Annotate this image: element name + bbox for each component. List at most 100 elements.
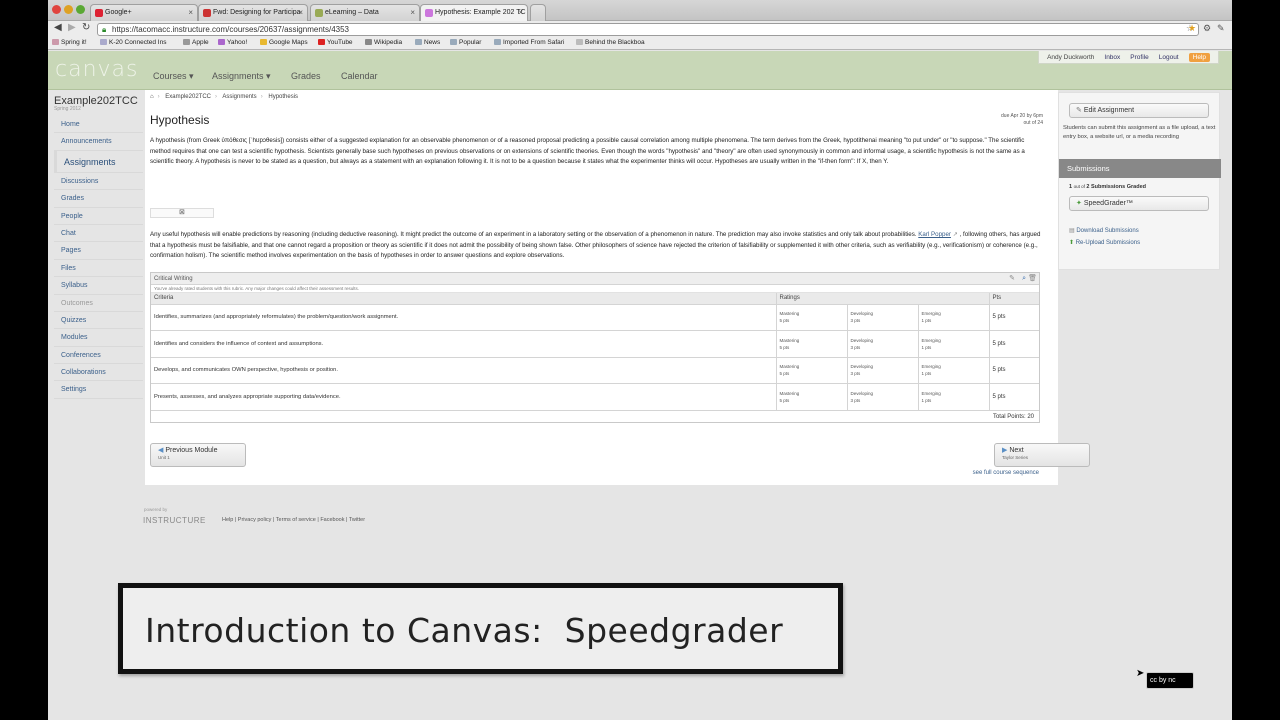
- external-link-icon: ↗: [950, 231, 958, 238]
- address-bar[interactable]: 🔒︎ https://tacomacc.instructure.com/cour…: [97, 23, 1199, 36]
- edit-assignment-button[interactable]: ✎ Edit Assignment: [1069, 103, 1209, 118]
- previous-module-button[interactable]: ◀ Previous Module Unit 1: [150, 443, 246, 467]
- rubric-title-bar: Critical Writing ✎ ⌕ 🗑︎: [151, 273, 1039, 285]
- bookmarks-bar: Spring it! K-20 Connected Ins Apple Yaho…: [48, 38, 1232, 50]
- nav-calendar[interactable]: Calendar: [341, 71, 378, 81]
- course-nav-files[interactable]: Files: [54, 260, 143, 278]
- rating-cell: Emerging 1 pts: [918, 383, 990, 411]
- speedgrader-button[interactable]: ✦ SpeedGrader™: [1069, 196, 1209, 211]
- breadcrumb: ⌂ › Example202TCC › Assignments › Hypothesi…: [150, 94, 299, 100]
- logout-link[interactable]: Logout: [1159, 54, 1179, 61]
- bookmark-item[interactable]: Popular: [450, 39, 481, 46]
- course-nav-outcomes[interactable]: Outcomes: [54, 295, 143, 312]
- assignment-content: ⌂ › Example202TCC › Assignments › Hypothesi…: [145, 90, 1090, 485]
- home-icon[interactable]: ⌂: [150, 94, 154, 100]
- screen: Google+ × Fwd: Designing for Participa ×…: [48, 0, 1232, 720]
- course-nav-people[interactable]: People: [54, 208, 143, 225]
- nav-courses[interactable]: Courses ▾: [153, 71, 194, 82]
- rubric-total: Total Points: 20: [151, 410, 1039, 422]
- nav-assignments[interactable]: Assignments ▾: [212, 71, 271, 82]
- close-tab-icon[interactable]: ×: [298, 5, 303, 20]
- bookmark-item[interactable]: Wikipedia: [365, 39, 402, 46]
- browser-tab[interactable]: Google+ ×: [90, 4, 198, 21]
- close-tab-icon[interactable]: ×: [188, 5, 193, 20]
- edit-assignment-label: Edit Assignment: [1083, 107, 1135, 114]
- minimize-window-icon[interactable]: [64, 5, 73, 14]
- table-row: Presents, assesses, and analyzes appropr…: [151, 383, 1039, 411]
- footer-links[interactable]: Help | Privacy policy | Terms of service…: [222, 517, 365, 523]
- graded-mid: out of: [1073, 184, 1085, 189]
- browser-tab[interactable]: Fwd: Designing for Participa ×: [198, 4, 308, 21]
- bookmark-item[interactable]: YouTube: [318, 39, 353, 46]
- bookmark-item[interactable]: News: [415, 39, 440, 46]
- criterion-text: Identifies and considers the influence o…: [151, 330, 777, 358]
- user-name[interactable]: Andy Duckworth: [1047, 54, 1094, 61]
- rubric-table: Criteria Ratings Pts Identifies, summari…: [151, 293, 1039, 411]
- bookmark-item[interactable]: K-20 Connected Ins: [100, 39, 166, 46]
- browser-toolbar: ◀ ▶ ↻ 🔒︎ https://tacomacc.instructure.co…: [48, 21, 1232, 38]
- delete-rubric-icon[interactable]: 🗑︎: [1028, 273, 1037, 285]
- extension-icon[interactable]: ★: [1188, 23, 1196, 34]
- previous-module-label: Previous Module: [165, 447, 218, 454]
- karl-popper-link[interactable]: Karl Popper: [918, 231, 951, 238]
- next-module-button[interactable]: ▶ Next Taylor Series: [994, 443, 1090, 467]
- download-submissions-link[interactable]: ▤ Download Submissions: [1069, 227, 1139, 234]
- course-nav-chat[interactable]: Chat: [54, 225, 143, 243]
- bookmark-item[interactable]: Apple: [183, 39, 209, 46]
- upload-icon: ⬆: [1069, 240, 1075, 246]
- reload-icon[interactable]: ↻: [82, 22, 90, 33]
- canvas-logo[interactable]: canvas: [55, 57, 138, 82]
- pencil-icon: ✎: [1076, 107, 1082, 114]
- breadcrumb-course[interactable]: Example202TCC: [165, 94, 211, 100]
- forward-icon[interactable]: ▶: [68, 22, 76, 33]
- bookmark-item[interactable]: Yahoo!: [218, 39, 247, 46]
- inbox-link[interactable]: Inbox: [1104, 54, 1120, 61]
- due-date: due Apr 20 by 6pm out of 24: [1001, 113, 1043, 127]
- course-nav-assignments[interactable]: Assignments: [54, 150, 143, 173]
- course-nav-quizzes[interactable]: Quizzes: [54, 312, 143, 330]
- bookmark-item[interactable]: Imported From Safari: [494, 39, 564, 46]
- course-nav-announcements[interactable]: Announcements: [54, 133, 143, 151]
- browser-tab-active[interactable]: Hypothesis: Example 202 TC ×: [420, 4, 528, 21]
- course-nav-settings[interactable]: Settings: [54, 381, 143, 399]
- rating-cell: Mastering 5 pts: [776, 330, 848, 358]
- bookmark-item[interactable]: Spring it!: [52, 39, 87, 46]
- wrench-icon[interactable]: ✎: [1217, 23, 1225, 34]
- table-row: Identifies and considers the influence o…: [151, 330, 1039, 358]
- course-nav-conferences[interactable]: Conferences: [54, 347, 143, 365]
- nav-grades[interactable]: Grades: [291, 71, 321, 81]
- instructure-logo[interactable]: INSTRUCTURE: [143, 516, 206, 525]
- criteria-header: Criteria: [151, 293, 777, 304]
- course-nav-home[interactable]: Home: [54, 116, 143, 134]
- breadcrumb-assignments[interactable]: Assignments: [222, 94, 256, 100]
- close-tab-icon[interactable]: ×: [518, 5, 523, 20]
- close-window-icon[interactable]: [52, 5, 61, 14]
- close-tab-icon[interactable]: ×: [410, 5, 415, 20]
- criterion-text: Develops, and communicates OWN perspecti…: [151, 356, 777, 384]
- bookmark-item[interactable]: Google Maps: [260, 39, 308, 46]
- zoom-window-icon[interactable]: [76, 5, 85, 14]
- course-nav-modules[interactable]: Modules: [54, 329, 143, 347]
- course-nav-collaborations[interactable]: Collaborations: [54, 364, 143, 382]
- canvas-header: canvas Courses ▾ Assignments ▾ Grades Ca…: [48, 51, 1232, 90]
- search-rubric-icon[interactable]: ⌕: [1022, 273, 1026, 285]
- help-button[interactable]: Help: [1188, 52, 1210, 62]
- course-nav-grades[interactable]: Grades: [54, 190, 143, 208]
- course-nav-pages[interactable]: Pages: [54, 242, 143, 260]
- rubric-title: Critical Writing: [154, 276, 193, 282]
- browser-tab-strip: Google+ × Fwd: Designing for Participa ×…: [48, 0, 1232, 21]
- page-menu-icon[interactable]: ⚙: [1203, 23, 1211, 34]
- profile-link[interactable]: Profile: [1130, 54, 1148, 61]
- back-icon[interactable]: ◀: [54, 22, 62, 33]
- tab-title: eLearning – Data: [325, 9, 379, 16]
- browser-tab[interactable]: eLearning – Data ×: [310, 4, 420, 21]
- reupload-submissions-link[interactable]: ⬆ Re-Upload Submissions: [1069, 239, 1140, 246]
- course-sequence-link[interactable]: see full course sequence: [973, 470, 1039, 476]
- course-nav-syllabus[interactable]: Syllabus: [54, 277, 143, 295]
- new-tab-button[interactable]: [530, 4, 546, 21]
- url-text: https://tacomacc.instructure.com/courses…: [112, 25, 350, 34]
- edit-rubric-icon[interactable]: ✎: [1009, 273, 1015, 285]
- rubric-header-row: Criteria Ratings Pts: [151, 293, 1039, 304]
- bookmark-item[interactable]: Behind the Blackboa: [576, 39, 645, 46]
- course-nav-discussions[interactable]: Discussions: [54, 173, 143, 191]
